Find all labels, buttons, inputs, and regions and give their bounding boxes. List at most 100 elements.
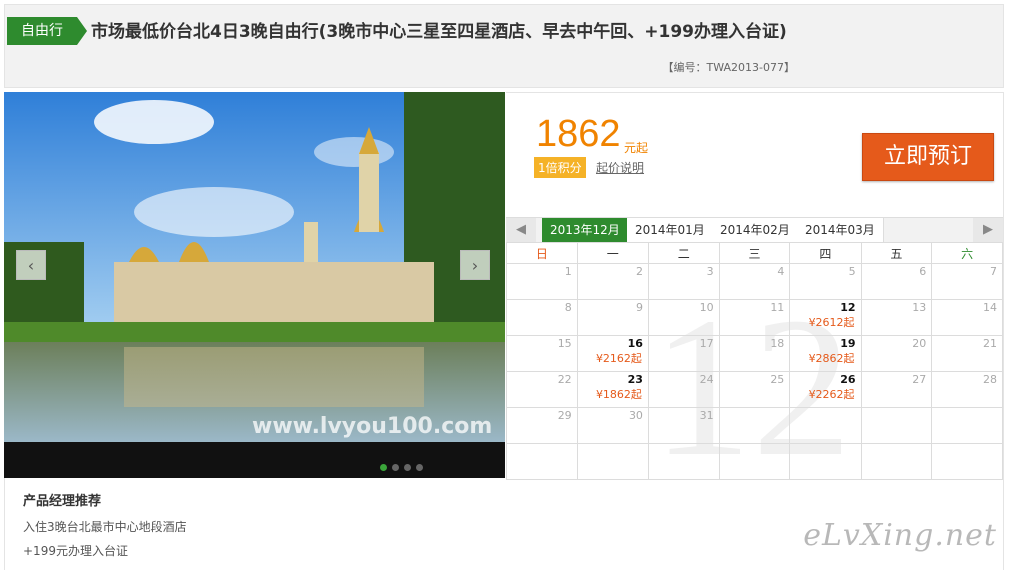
calendar-day-available[interactable]: 16 ¥2162起 — [576, 335, 649, 372]
day-number: 1 — [564, 265, 572, 278]
day-number: 3 — [706, 265, 714, 278]
points-badge: 1倍积分 — [534, 157, 586, 178]
calendar-day: 2 — [576, 263, 649, 300]
day-number: 23 — [627, 373, 643, 386]
weekday-label: 二 — [647, 242, 720, 264]
day-number: 12 — [840, 301, 856, 314]
calendar-day — [576, 443, 649, 480]
prev-month-button[interactable]: ◀ — [506, 218, 536, 242]
calendar-day: 22 — [506, 371, 578, 408]
day-number: 20 — [912, 337, 927, 350]
calendar-day: 20 — [860, 335, 933, 372]
day-number: 8 — [564, 301, 572, 314]
chevron-right-icon: › — [471, 256, 479, 275]
day-number — [578, 444, 648, 445]
calendar-day: 3 — [647, 263, 720, 300]
calendar-day: 9 — [576, 299, 649, 336]
calendar-day — [506, 443, 578, 480]
day-number: 28 — [983, 373, 997, 386]
day-price: ¥2612起 — [808, 316, 855, 329]
day-number: 5 — [848, 265, 856, 278]
calendar-day: 11 — [718, 299, 791, 336]
weekday-label: 三 — [718, 242, 791, 264]
calendar-day-available[interactable]: 12 ¥2612起 — [789, 299, 862, 336]
recommend-item: +199元办理入台证 — [23, 544, 128, 558]
calendar-day — [789, 443, 862, 480]
day-number — [862, 444, 932, 445]
price-explain-link[interactable]: 起价说明 — [596, 159, 644, 176]
day-number: 26 — [840, 373, 856, 386]
calendar-day — [860, 407, 933, 444]
day-number: 7 — [990, 265, 997, 278]
month-tabs: ◀ 2013年12月 2014年01月 2014年02月 2014年03月 ▶ — [506, 217, 1003, 243]
weekday-label: 一 — [576, 242, 649, 264]
day-number: 9 — [635, 301, 643, 314]
prev-slide-button[interactable]: ‹ — [16, 250, 46, 280]
day-price: ¥2262起 — [808, 388, 855, 401]
day-number: 16 — [627, 337, 643, 350]
product-header: 自由行 市场最低价台北4日3晚自由行(3晚市中心三星至四星酒店、早去中午回、+1… — [4, 4, 1004, 88]
calendar-day: 8 — [506, 299, 578, 336]
calendar-day — [860, 443, 933, 480]
calendar-day: 4 — [718, 263, 791, 300]
calendar-week-row — [506, 443, 1003, 480]
slide-dot[interactable] — [404, 464, 411, 471]
book-now-button[interactable]: 立即预订 — [862, 133, 994, 181]
day-number: 2 — [635, 265, 643, 278]
tab-month-2014-02[interactable]: 2014年02月 — [712, 218, 799, 242]
chevron-left-icon: ‹ — [27, 256, 35, 275]
day-number: 19 — [840, 337, 856, 350]
tab-month-2014-03[interactable]: 2014年03月 — [797, 218, 884, 242]
next-month-button[interactable]: ▶ — [973, 218, 1003, 242]
day-number: 6 — [919, 265, 927, 278]
price-unit: 元起 — [624, 141, 649, 155]
chevron-right-icon: ▶ — [983, 222, 993, 237]
day-number: 13 — [912, 301, 927, 314]
day-number: 15 — [557, 337, 572, 350]
calendar-day: 28 — [931, 371, 1003, 408]
manager-recommendation: 产品经理推荐 入住3晚台北最市中心地段酒店 +199元办理入台证 eLvXing… — [4, 478, 1004, 570]
calendar-week-row: 15 16 ¥2162起 17 18 19 ¥2862起 20 21 — [506, 335, 1003, 372]
day-number: 18 — [770, 337, 785, 350]
day-number — [649, 444, 719, 445]
weekday-header: 日 一 二 三 四 五 六 — [506, 242, 1003, 264]
product-photo-carousel[interactable]: ‹ › www.lvyou100.com — [4, 92, 505, 478]
weekday-label: 六 — [931, 242, 1003, 264]
weekday-label: 四 — [789, 242, 862, 264]
calendar-day-available[interactable]: 19 ¥2862起 — [789, 335, 862, 372]
slide-dot[interactable] — [392, 464, 399, 471]
calendar-day-available[interactable]: 26 ¥2262起 — [789, 371, 862, 408]
calendar-day: 29 — [506, 407, 578, 444]
day-number: 31 — [699, 409, 714, 422]
slide-dot[interactable] — [380, 464, 387, 471]
calendar-day — [931, 407, 1003, 444]
day-number: 22 — [557, 373, 572, 386]
calendar-day: 10 — [647, 299, 720, 336]
day-number: 10 — [699, 301, 714, 314]
calendar-day: 7 — [931, 263, 1003, 300]
day-number: 24 — [699, 373, 714, 386]
site-watermark-logo: eLvXing.net — [803, 518, 997, 553]
calendar-day: 17 — [647, 335, 720, 372]
calendar-day: 18 — [718, 335, 791, 372]
day-number — [790, 444, 860, 445]
tab-month-2013-12[interactable]: 2013年12月 — [542, 218, 629, 242]
calendar-day — [718, 443, 791, 480]
calendar-day: 1 — [506, 263, 578, 300]
tab-month-2014-01[interactable]: 2014年01月 — [627, 218, 714, 242]
recommend-title: 产品经理推荐 — [23, 494, 102, 509]
calendar-day: 25 — [718, 371, 791, 408]
day-number: 17 — [699, 337, 714, 350]
weekday-label: 日 — [506, 242, 578, 264]
calendar-day: 14 — [931, 299, 1003, 336]
day-number: 30 — [628, 409, 643, 422]
day-number — [790, 408, 860, 409]
slide-dot[interactable] — [416, 464, 423, 471]
day-number — [862, 408, 932, 409]
product-code: 【编号：TWA2013-077】 — [662, 61, 795, 74]
calendar-day: 30 — [576, 407, 649, 444]
day-price: ¥2162起 — [595, 352, 642, 365]
calendar-day-available[interactable]: 23 ¥1862起 — [576, 371, 649, 408]
next-slide-button[interactable]: › — [460, 250, 490, 280]
calendar-day — [789, 407, 862, 444]
